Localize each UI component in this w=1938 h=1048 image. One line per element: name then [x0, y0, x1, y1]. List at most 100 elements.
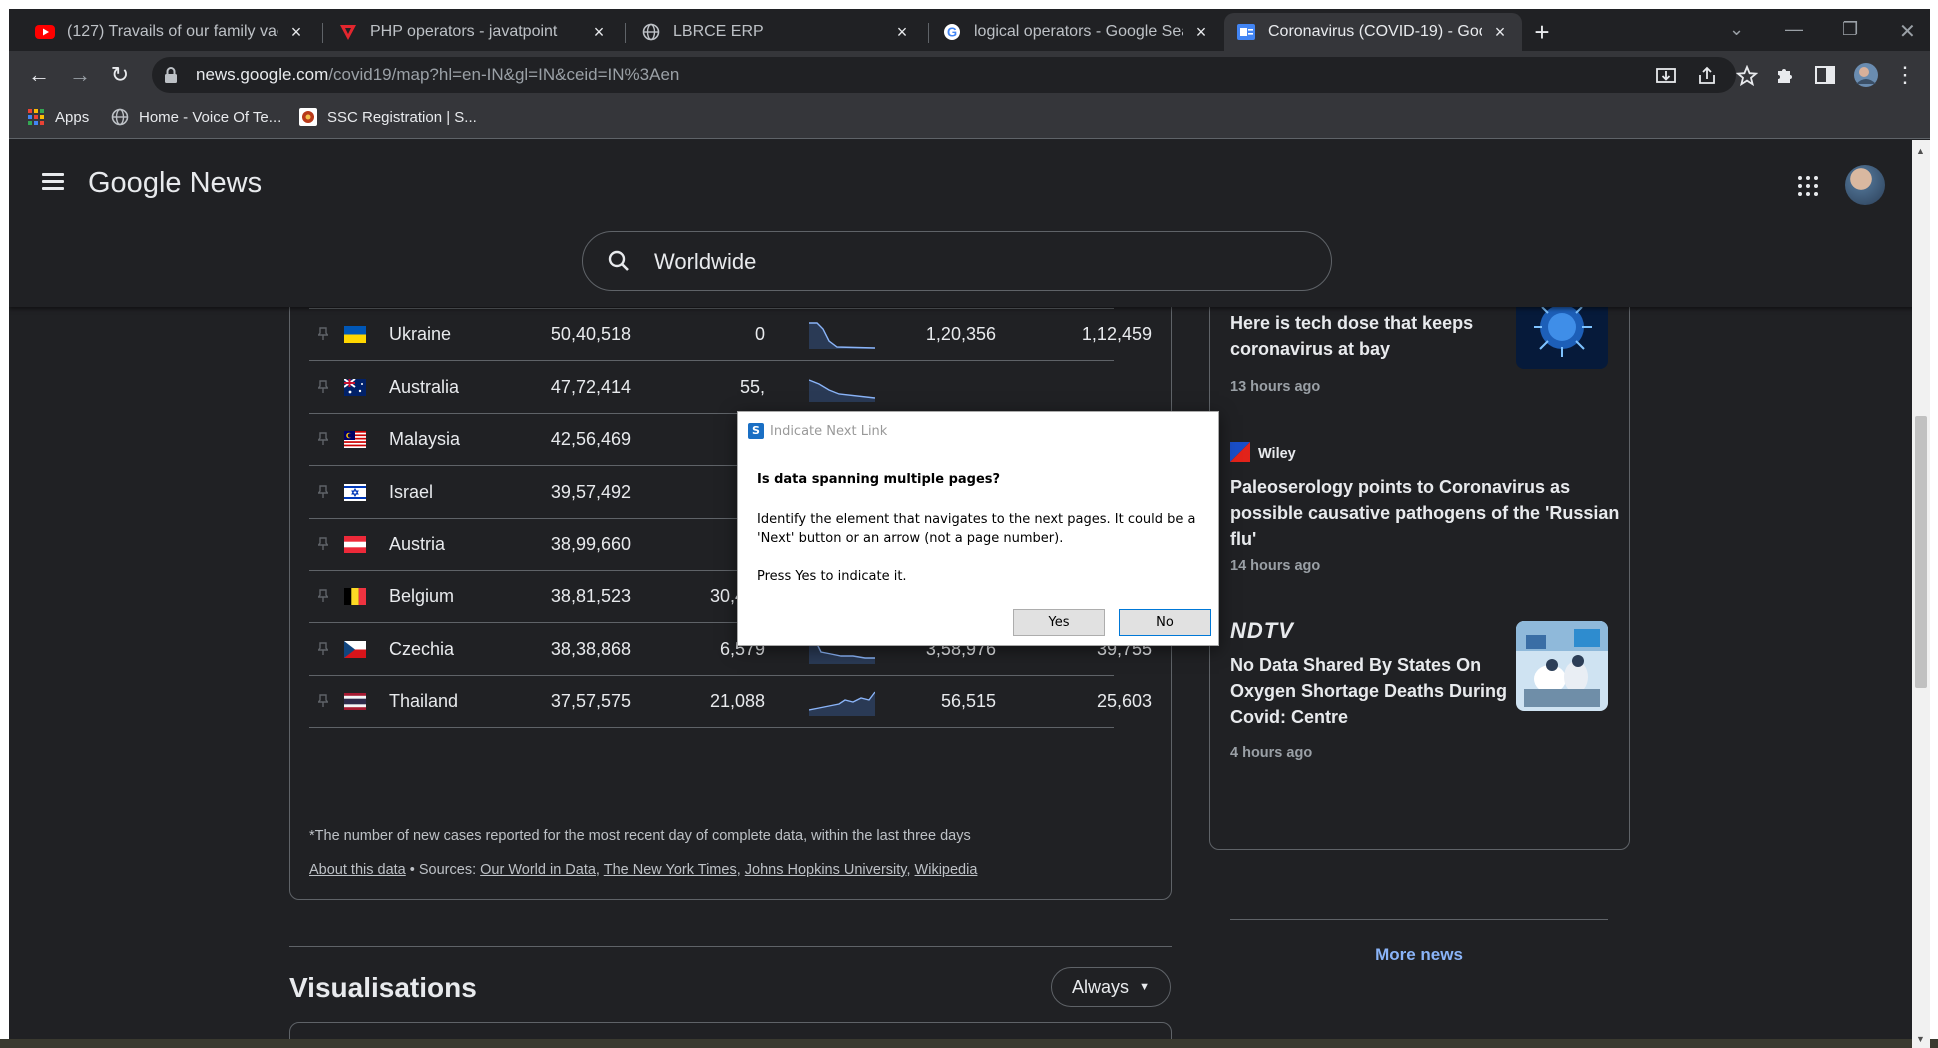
scroll-down-icon[interactable]: ▼	[1916, 1034, 1925, 1044]
pin-icon[interactable]	[317, 327, 329, 341]
news-item-2-title[interactable]: Paleoserology points to Coronavirus as po…	[1230, 474, 1619, 552]
sources-label: • Sources:	[405, 862, 481, 878]
google-news-icon	[1236, 22, 1256, 42]
news-item-2-time: 14 hours ago	[1230, 558, 1321, 574]
bookmark-star-icon[interactable]	[1735, 64, 1759, 87]
yes-button[interactable]: Yes	[1013, 609, 1105, 636]
title-line: Covid: Centre	[1230, 707, 1349, 727]
location-search-box[interactable]: Worldwide	[582, 231, 1332, 291]
minimize-icon[interactable]: —	[1785, 19, 1803, 40]
share-icon[interactable]	[1696, 65, 1718, 87]
source-link-jhu[interactable]: Johns Hopkins University	[745, 862, 907, 878]
bookmarks-bar: Apps Home - Voice Of Te... SSC Registrat…	[9, 99, 1930, 139]
news-item-3-thumbnail[interactable]	[1516, 621, 1608, 711]
restore-icon[interactable]: ❐	[1842, 19, 1858, 40]
tab-title: LBRCE ERP	[673, 23, 764, 40]
url-path: /covid19/map?hl=en-IN&gl=IN&ceid=IN%3Aen	[328, 65, 680, 84]
source-link-nyt[interactable]: The New York Times	[604, 862, 737, 878]
close-tab-icon[interactable]: ×	[589, 22, 609, 42]
visualisations-heading: Visualisations	[289, 972, 477, 1003]
news-item-1-thumbnail[interactable]	[1516, 299, 1608, 369]
tab-search-chevron-icon[interactable]: ⌄	[1729, 19, 1744, 40]
caret-down-icon: ▼	[1139, 981, 1150, 993]
news-item-3-title[interactable]: No Data Shared By States On Oxygen Shorta…	[1230, 652, 1507, 730]
close-window-icon[interactable]: ✕	[1899, 19, 1916, 44]
visualisations-dropdown[interactable]: Always ▼	[1051, 967, 1171, 1007]
google-apps-icon[interactable]	[1798, 176, 1818, 196]
account-avatar[interactable]	[1845, 165, 1885, 205]
address-bar[interactable]: news.google.com/covid19/map?hl=en-IN&gl=…	[152, 57, 1759, 93]
source-link-owid[interactable]: Our World in Data	[480, 862, 596, 878]
bookmark-voice-of-te[interactable]: Home - Voice Of Te...	[111, 108, 281, 126]
bookmark-label: SSC Registration | S...	[327, 108, 477, 126]
news-item-2-source: Wiley	[1230, 442, 1296, 466]
ukraine-flag-icon	[344, 326, 366, 344]
google-news-logo[interactable]: Google News	[88, 167, 262, 200]
javatpoint-icon	[338, 22, 358, 42]
cases-per-million: 1,20,356	[925, 324, 996, 345]
side-panel-icon[interactable]	[1811, 61, 1839, 89]
country-name: Malaysia	[389, 429, 461, 450]
pin-icon[interactable]	[317, 432, 329, 446]
main-menu-icon[interactable]	[42, 173, 64, 194]
search-input[interactable]: Worldwide	[654, 249, 756, 275]
austria-flag-icon	[344, 536, 366, 553]
back-arrow-icon[interactable]: ←	[25, 61, 53, 89]
tab-youtube[interactable]: (127) Travails of our family vacati ×	[23, 13, 318, 51]
source-link-wikipedia[interactable]: Wikipedia	[915, 862, 978, 878]
about-this-data-link[interactable]: About this data	[309, 862, 406, 878]
tab-google-search[interactable]: G logical operators - Google Searcl ×	[930, 13, 1223, 51]
tab-javatpoint[interactable]: PHP operators - javatpoint ×	[326, 13, 621, 51]
title-line: coronavirus at bay	[1230, 339, 1391, 359]
dropdown-value: Always	[1072, 976, 1130, 997]
reload-icon[interactable]: ↻	[106, 61, 134, 89]
close-tab-icon[interactable]: ×	[892, 22, 912, 42]
dialog-question: Is data spanning multiple pages?	[757, 472, 1001, 487]
table-row[interactable]: Australia 47,72,414 55,	[309, 362, 1114, 414]
apps-grid-icon	[27, 108, 45, 126]
total-cases: 38,81,523	[550, 586, 631, 607]
table-footnote: *The number of new cases reported for th…	[309, 828, 971, 844]
israel-flag-icon	[344, 483, 366, 501]
more-news-link[interactable]: More news	[1230, 945, 1608, 965]
scrollbar-thumb[interactable]	[1915, 416, 1927, 688]
tab-lbrce[interactable]: LBRCE ERP ×	[629, 13, 924, 51]
bookmark-apps[interactable]: Apps	[27, 108, 89, 126]
new-cases: 55,	[739, 376, 765, 397]
title-line: possible causative pathogens of the 'Rus…	[1230, 503, 1620, 523]
bookmark-ssc-registration[interactable]: SSC Registration | S...	[299, 108, 477, 126]
tab-google-news[interactable]: Coronavirus (COVID-19) - Googl ×	[1224, 13, 1522, 51]
chrome-menu-icon[interactable]: ⋮	[1891, 61, 1919, 89]
new-cases: 0	[754, 324, 765, 345]
news-item-3-source-logo: NDTV	[1230, 618, 1294, 643]
browser-toolbar: ← → ↻ news.google.com/covid19/map?hl=en-…	[9, 51, 1930, 99]
table-row[interactable]: Thailand 37,57,575 21,088 56,515 25,603	[309, 676, 1152, 729]
pin-icon[interactable]	[317, 484, 329, 499]
pin-icon[interactable]	[317, 694, 329, 708]
no-button[interactable]: No	[1119, 609, 1211, 636]
tab-title: logical operators - Google Searcl	[974, 23, 1183, 40]
table-row[interactable]: Ukraine 50,40,518 0 1,20,356 1,12,459	[309, 309, 1152, 362]
close-tab-icon[interactable]: ×	[286, 22, 306, 42]
pin-icon[interactable]	[317, 589, 329, 603]
close-tab-icon[interactable]: ×	[1490, 22, 1510, 42]
total-cases: 38,99,660	[550, 534, 631, 554]
bookmark-label: Home - Voice Of Te...	[139, 108, 282, 126]
extensions-puzzle-icon[interactable]	[1771, 61, 1799, 89]
close-tab-icon[interactable]: ×	[1191, 22, 1211, 42]
scroll-up-icon[interactable]: ▲	[1916, 146, 1925, 156]
section-divider	[289, 946, 1172, 947]
pin-icon[interactable]	[317, 642, 329, 656]
profile-avatar-icon[interactable]	[1852, 61, 1880, 89]
forward-arrow-icon[interactable]: →	[66, 61, 94, 89]
youtube-icon	[35, 22, 55, 42]
new-tab-button[interactable]: +	[1530, 19, 1554, 45]
pin-icon[interactable]	[317, 380, 329, 394]
country-name: Israel	[389, 481, 434, 502]
install-app-icon[interactable]	[1655, 65, 1677, 87]
google-icon: G	[942, 22, 962, 42]
news-item-1-title[interactable]: Here is tech dose that keeps coronavirus …	[1230, 310, 1473, 362]
pin-icon[interactable]	[317, 537, 329, 551]
dialog-body-line: Identify the element that navigates to t…	[757, 512, 1196, 527]
page-scrollbar[interactable]: ▲ ▼	[1912, 140, 1930, 1048]
